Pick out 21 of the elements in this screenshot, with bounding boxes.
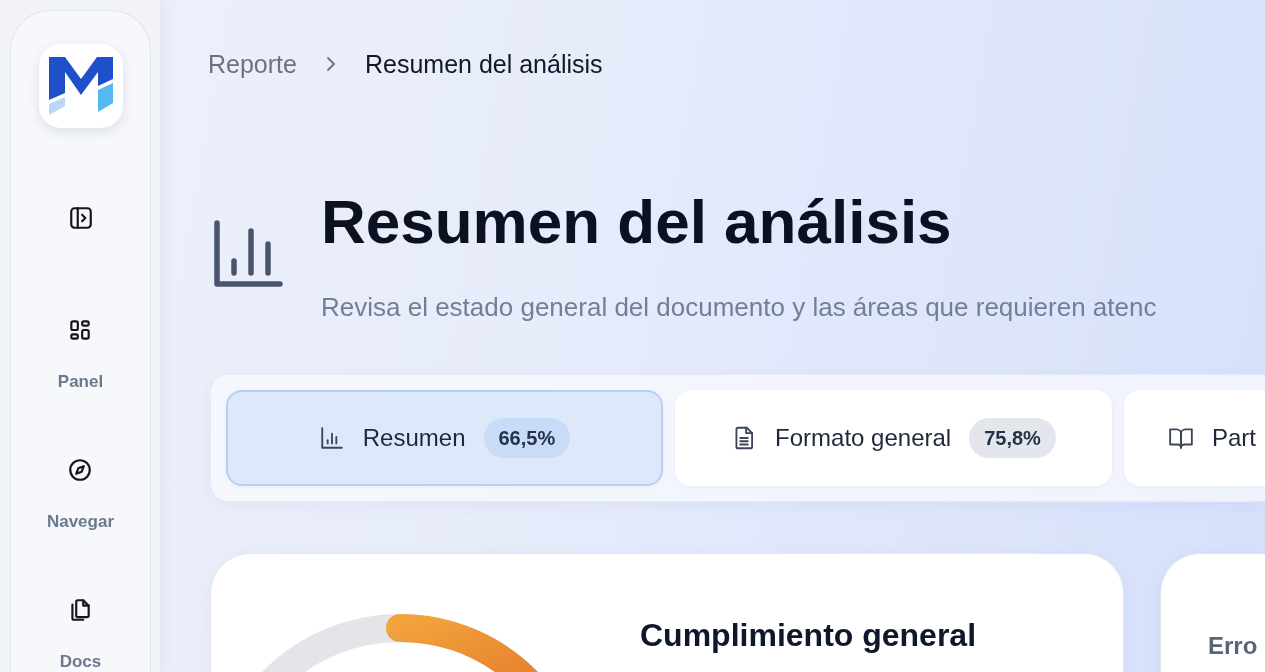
nav-button[interactable]: Panel	[57, 317, 104, 391]
metric-label: Erro	[1208, 633, 1258, 659]
sidebar-toggle-icon	[67, 205, 94, 231]
bar-chart-icon	[214, 220, 283, 287]
open-book-icon	[1168, 425, 1194, 451]
percentage-badge: 66,5%	[483, 418, 571, 458]
tab[interactable]: Formato general 75,8%	[675, 390, 1112, 486]
chevron-right-icon	[325, 56, 336, 72]
tab[interactable]: Resumen 66,5%	[226, 390, 663, 486]
nav-button[interactable]: Docs	[59, 597, 102, 671]
page-title: Resumen del análisis	[321, 186, 953, 258]
nav-button[interactable]: Navegar	[46, 457, 115, 531]
percentage-badge: 75,8%	[969, 418, 1056, 458]
bar-chart-icon	[318, 425, 345, 451]
page-subtitle: Revisa el estado general del documento y las áreas que requieren atenc	[321, 291, 1157, 324]
breadcrumb-current: Resumen del análisis	[364, 49, 603, 79]
compass-icon	[67, 457, 94, 483]
logo-icon	[38, 44, 123, 128]
breadcrumb-link[interactable]: Reporte	[208, 49, 297, 79]
tab[interactable]: Part	[1124, 390, 1265, 486]
card-title: Cumplimiento general	[640, 616, 977, 655]
